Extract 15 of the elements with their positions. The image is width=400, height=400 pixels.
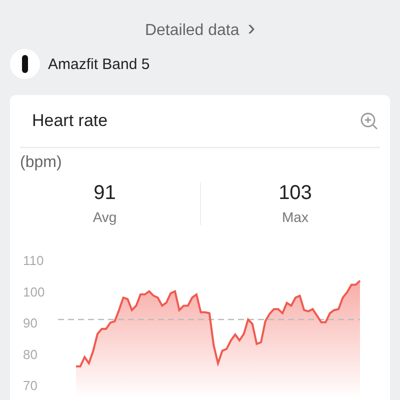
- device-name: Amazfit Band 5: [48, 56, 150, 72]
- stat-value: 103: [278, 182, 312, 205]
- stat-value: 91: [94, 182, 116, 205]
- card-title: Heart rate: [32, 111, 108, 131]
- y-tick-label: 70: [23, 378, 38, 394]
- y-tick-label: 80: [23, 346, 38, 362]
- detailed-data-link[interactable]: Detailed data ›: [144, 15, 256, 41]
- y-tick-label: 110: [23, 253, 44, 268]
- unit-label: (bpm): [19, 153, 63, 172]
- y-tick-label: 90: [23, 316, 38, 331]
- stat-label: Max: [282, 209, 308, 225]
- stat-label: Avg: [92, 209, 117, 225]
- y-tick-label: 100: [23, 284, 45, 300]
- fitness-band-icon: [10, 49, 40, 79]
- zoom-in-icon[interactable]: [360, 112, 378, 130]
